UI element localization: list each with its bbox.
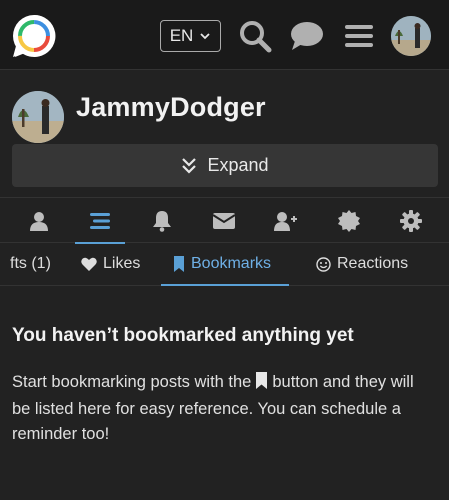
smile-icon — [316, 256, 331, 272]
chevron-down-icon — [200, 33, 210, 40]
tab-reactions[interactable]: Reactions — [316, 243, 408, 285]
tab-summary[interactable] — [14, 198, 64, 243]
heart-icon — [81, 257, 97, 271]
reactions-label: Reactions — [337, 255, 409, 272]
site-logo-icon[interactable] — [11, 13, 57, 59]
tab-drafts[interactable]: fts (1) — [10, 243, 51, 285]
tab-activity[interactable] — [75, 198, 125, 244]
tab-likes[interactable]: Likes — [81, 243, 140, 285]
top-header: EN — [0, 0, 449, 70]
tab-preferences[interactable] — [386, 198, 436, 243]
profile-nav-tabs — [0, 197, 449, 244]
language-label: EN — [169, 26, 194, 45]
profile-avatar — [12, 91, 64, 143]
likes-label: Likes — [103, 255, 141, 272]
drafts-label: fts (1) — [10, 255, 51, 272]
user-icon — [30, 211, 48, 231]
tab-notifications[interactable] — [137, 198, 187, 243]
chat-icon[interactable] — [289, 18, 325, 54]
empty-body-part1: Start bookmarking posts with the — [12, 373, 252, 391]
expand-profile-button[interactable]: Expand — [12, 144, 438, 187]
activity-sub-tabs: fts (1) Likes Bookmarks Reactions — [0, 243, 449, 286]
bookmark-icon — [255, 372, 268, 397]
expand-label: Expand — [207, 155, 269, 175]
badge-icon — [338, 209, 360, 232]
activity-list-icon — [90, 212, 110, 229]
user-avatar[interactable] — [391, 16, 431, 56]
language-selector[interactable]: EN — [160, 20, 221, 52]
empty-state-body: Start bookmarking posts with the button a… — [12, 370, 432, 447]
empty-state-title: You haven’t bookmarked anything yet — [12, 325, 354, 346]
bookmarks-label: Bookmarks — [191, 255, 272, 272]
double-chevron-down-icon — [182, 157, 197, 174]
tab-badges[interactable] — [324, 198, 374, 243]
envelope-icon — [212, 212, 236, 229]
tab-invites[interactable] — [261, 198, 311, 243]
hamburger-menu-icon[interactable] — [341, 18, 377, 54]
bell-icon — [153, 210, 171, 232]
tab-bookmarks[interactable]: Bookmarks — [161, 243, 289, 286]
gear-icon — [400, 209, 422, 232]
bookmark-icon — [174, 256, 184, 272]
user-plus-icon — [274, 211, 297, 231]
tab-messages[interactable] — [199, 198, 249, 243]
search-icon[interactable] — [237, 18, 273, 54]
profile-username: JammyDodger — [76, 92, 266, 122]
